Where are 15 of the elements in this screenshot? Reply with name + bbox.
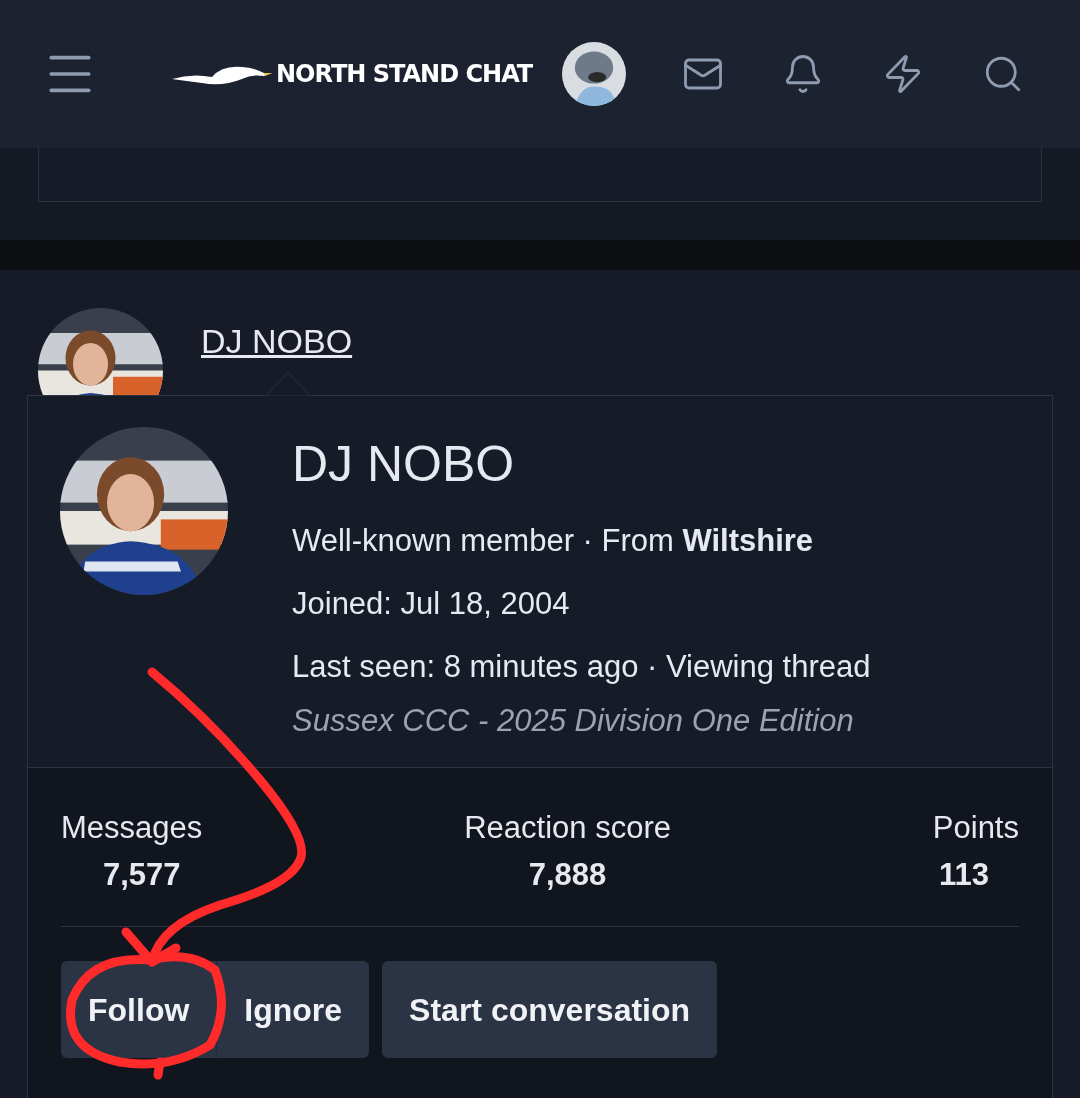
stat-label: Reaction score — [464, 809, 671, 847]
action-button[interactable]: Ignore — [216, 961, 370, 1058]
site-logo-text[interactable]: NORTH STAND CHAT — [276, 56, 533, 92]
member-info: Last seen: 8 minutes ago · Viewing thread — [292, 648, 871, 686]
username-link[interactable]: DJ NOBO — [201, 324, 353, 358]
action-button[interactable]: Start conversation — [382, 961, 718, 1058]
stat-value: 7,888 — [528, 856, 607, 894]
stat-value: 7,577 — [103, 856, 181, 894]
member-name: DJ NOBO — [292, 439, 516, 489]
member-info: Joined: Jul 18, 2004 — [292, 585, 571, 623]
member-info: Well-known member · From Wiltshire — [292, 522, 815, 560]
thread-link[interactable]: Sussex CCC - 2025 Division One Edition — [292, 698, 871, 744]
stat-value: 113 — [939, 856, 989, 894]
stat-label: Messages — [61, 809, 203, 847]
stat-label: Points — [932, 809, 1019, 847]
